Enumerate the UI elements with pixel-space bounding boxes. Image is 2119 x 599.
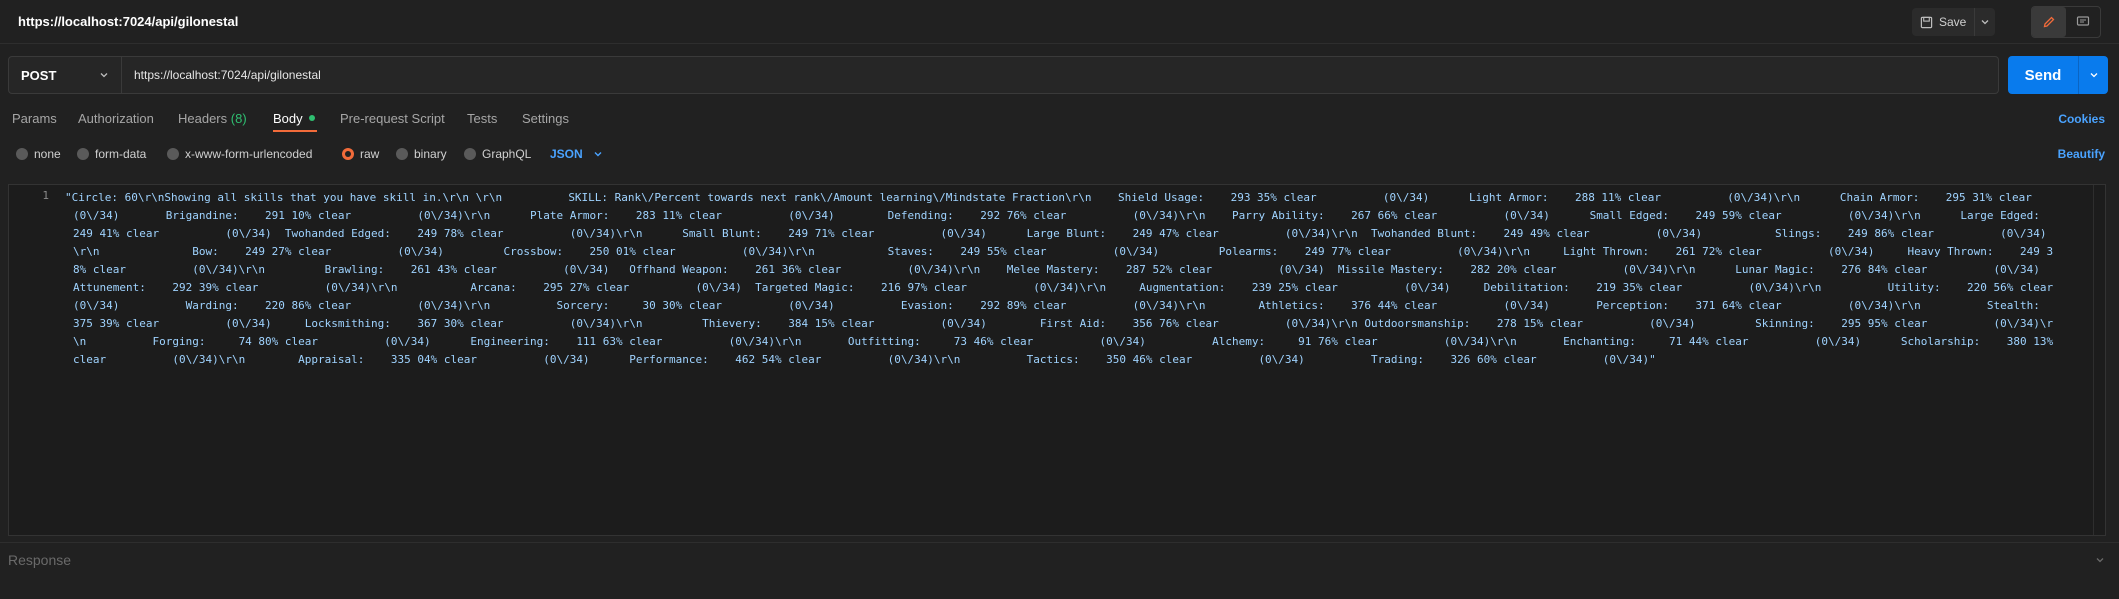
tab-params[interactable]: Params (12, 111, 57, 126)
tab-label: Settings (522, 111, 569, 126)
url-bar: POST https://localhost:7024/api/gilonest… (8, 56, 1999, 94)
radio-icon[interactable] (464, 148, 476, 160)
request-header: https://localhost:7024/api/gilonestal Sa… (0, 0, 2119, 44)
chevron-down-icon (2090, 73, 2097, 78)
tab-tests[interactable]: Tests (467, 111, 497, 126)
body-type-options: none form-data x-www-form-urlencoded raw… (0, 144, 2119, 166)
tab-label: Body (273, 111, 303, 126)
body-type-raw[interactable]: raw (342, 147, 379, 161)
chevron-down-icon (100, 73, 108, 78)
editor-scrollbar[interactable] (2093, 185, 2103, 535)
option-label: GraphQL (482, 147, 532, 161)
headers-count: (8) (230, 111, 247, 126)
tab-label: Authorization (78, 111, 154, 126)
body-editor-text[interactable]: "Circle: 60\r\nShowing all skills that y… (65, 189, 2055, 529)
comment-icon (2076, 16, 2090, 26)
tab-body[interactable]: Body (273, 111, 315, 126)
option-label: binary (414, 147, 447, 161)
response-label: Response (8, 552, 72, 568)
body-type-urlencoded[interactable]: x-www-form-urlencoded (167, 147, 312, 161)
comments-button[interactable] (2066, 7, 2100, 37)
send-button[interactable]: Send (2008, 56, 2078, 94)
send-group: Send (2008, 56, 2108, 94)
request-tabs: Params Authorization Headers (8) Body Pr… (0, 106, 2119, 132)
body-type-graphql[interactable]: GraphQL (464, 147, 531, 161)
radio-icon[interactable] (16, 148, 28, 160)
method-value: POST (21, 67, 57, 83)
request-title[interactable]: https://localhost:7024/api/gilonestal (18, 14, 238, 29)
tab-label: Tests (467, 111, 498, 126)
option-label: raw (360, 147, 380, 161)
cookies-link[interactable]: Cookies (2058, 112, 2105, 126)
send-options-button[interactable] (2078, 56, 2108, 94)
tab-pre-request-script[interactable]: Pre-request Script (340, 111, 445, 126)
save-options-button[interactable] (1974, 8, 1995, 36)
save-icon (1920, 16, 1933, 28)
radio-selected-icon[interactable] (342, 148, 354, 160)
beautify-button[interactable]: Beautify (2058, 147, 2105, 161)
radio-icon[interactable] (396, 148, 408, 160)
option-label: form-data (95, 147, 147, 161)
save-label: Save (1939, 15, 1967, 29)
body-active-dot (308, 115, 315, 121)
radio-icon[interactable] (167, 148, 179, 160)
response-panel[interactable]: Response (0, 542, 2119, 576)
tab-headers[interactable]: Headers (8) (178, 111, 247, 126)
chevron-down-icon (594, 152, 602, 157)
body-type-none[interactable]: none (16, 147, 61, 161)
url-input[interactable]: https://localhost:7024/api/gilonestal (122, 56, 1999, 94)
view-mode-toggle (2031, 6, 2101, 38)
option-label: x-www-form-urlencoded (185, 147, 313, 161)
option-label: none (34, 147, 61, 161)
chevron-down-icon[interactable] (2095, 555, 2105, 565)
edit-mode-button[interactable] (2032, 7, 2066, 37)
body-format-value: JSON (550, 147, 583, 161)
method-select[interactable]: POST (8, 56, 122, 94)
body-type-binary[interactable]: binary (396, 147, 447, 161)
body-format-select[interactable]: JSON (550, 147, 603, 161)
tab-label: Pre-request Script (340, 111, 445, 126)
body-editor[interactable]: 1 "Circle: 60\r\nShowing all skills that… (8, 184, 2106, 536)
chevron-down-icon (1981, 20, 1989, 25)
tab-label: Headers (178, 111, 228, 126)
tab-label: Params (12, 111, 57, 126)
tab-authorization[interactable]: Authorization (78, 111, 154, 126)
body-type-form-data[interactable]: form-data (77, 147, 146, 161)
tab-settings[interactable]: Settings (522, 111, 569, 126)
save-button[interactable]: Save (1912, 8, 1974, 36)
radio-icon[interactable] (77, 148, 89, 160)
line-number: 1 (42, 189, 49, 202)
pencil-icon (2043, 16, 2055, 28)
save-group: Save (1912, 8, 1995, 36)
active-tab-indicator (273, 130, 317, 132)
